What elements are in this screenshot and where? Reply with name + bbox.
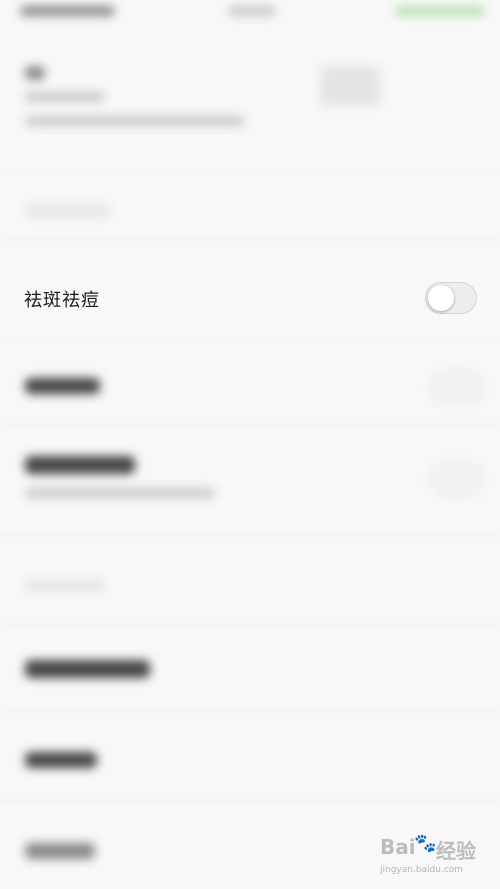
watermark-brand: Bai (380, 835, 416, 859)
paw-icon: 🐾 (414, 833, 437, 854)
setting-row-spot-acne-removal: 祛斑祛痘 (0, 270, 500, 326)
baidu-jingyan-watermark: Bai 🐾 经验 jingyan.baidu.com (380, 833, 495, 883)
watermark-suffix: 经验 (436, 839, 476, 863)
toggle-knob (428, 284, 454, 311)
spot-acne-removal-toggle[interactable] (425, 282, 477, 314)
setting-label: 祛斑祛痘 (24, 290, 100, 311)
watermark-url: jingyan.baidu.com (380, 865, 464, 875)
